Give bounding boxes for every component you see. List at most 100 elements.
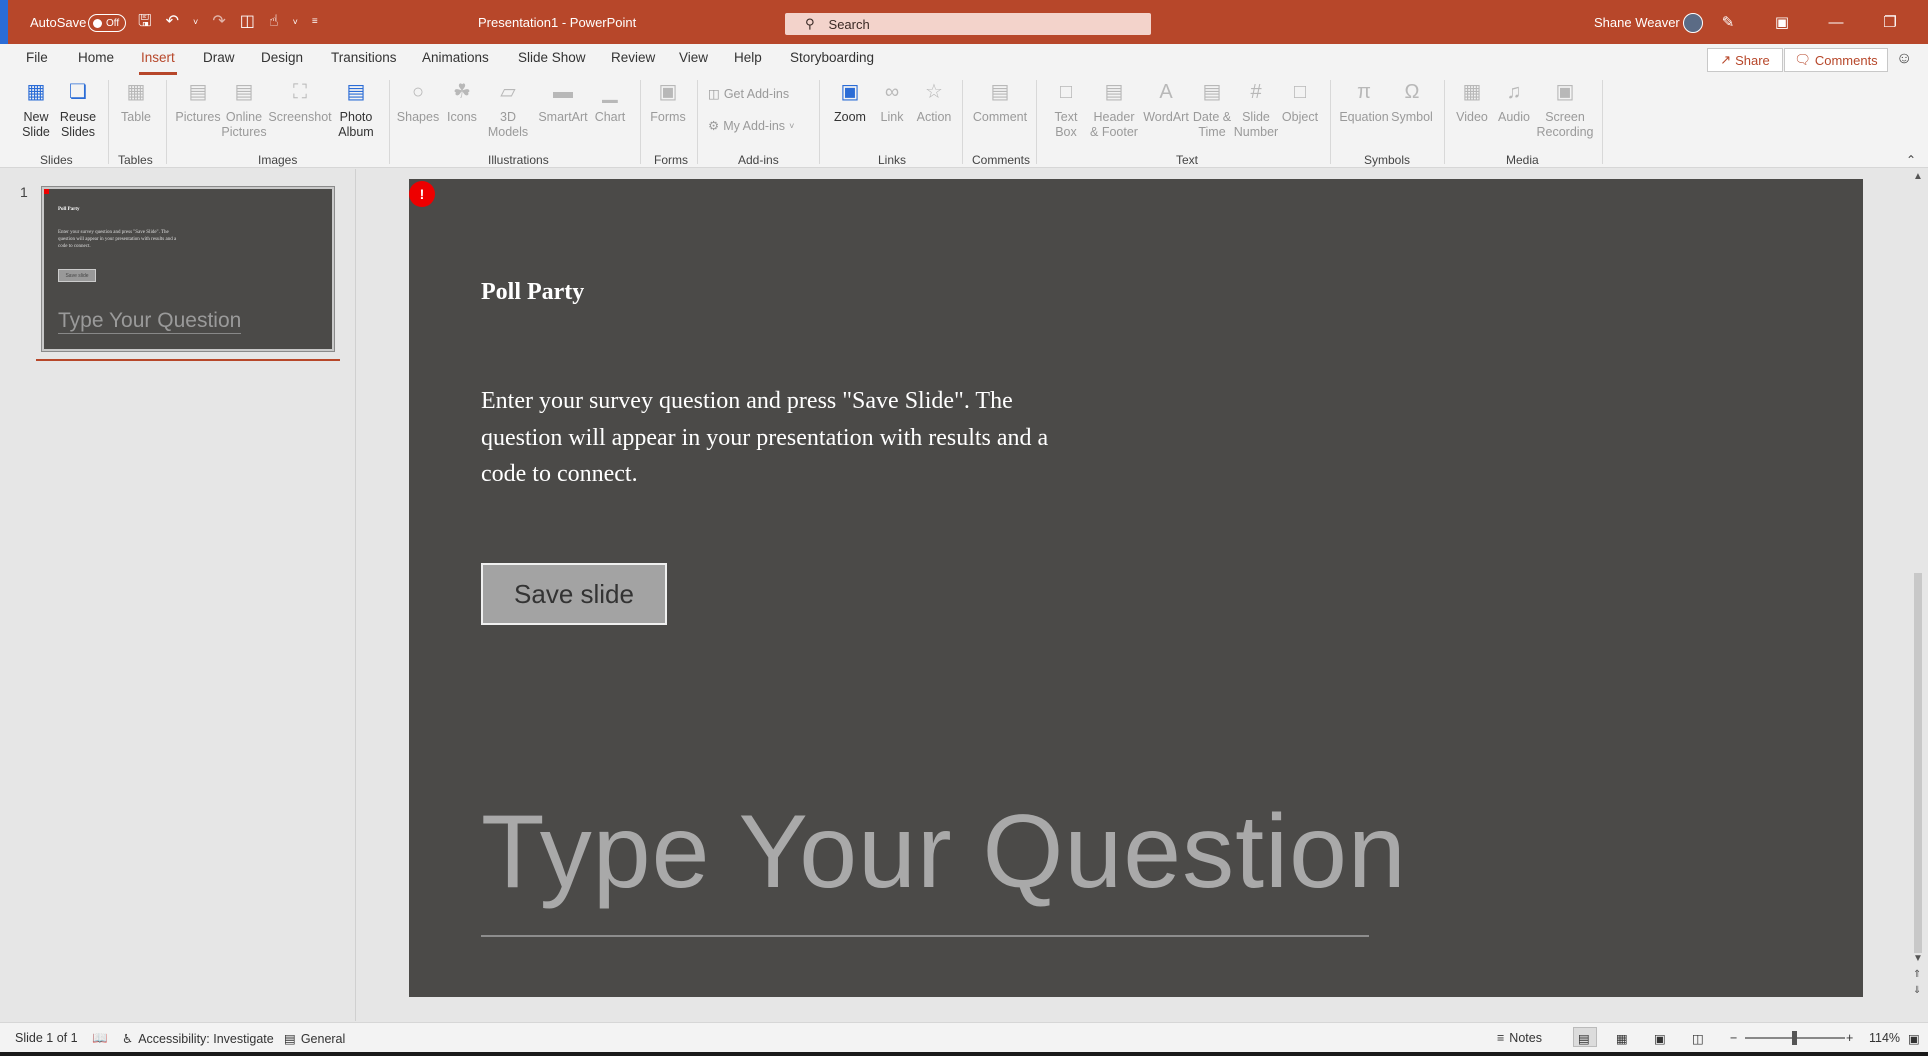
tab-slide-show[interactable]: Slide Show [516,50,588,65]
zoom-level[interactable]: 114% [1869,1031,1900,1045]
group-divider [389,80,390,164]
zoom-out-button[interactable]: − [1730,1031,1737,1045]
alert-icon[interactable]: ! [409,181,435,207]
tab-file[interactable]: File [24,50,50,65]
reading-view-icon[interactable]: ▣ [1654,1031,1666,1046]
feedback-smiley-icon[interactable]: ☺ [1896,50,1912,68]
tab-home[interactable]: Home [76,50,116,65]
comments-button[interactable]: 🗨 Comments [1784,48,1888,72]
tab-help[interactable]: Help [732,50,764,65]
toggle-knob [93,18,102,28]
screen-recording-button[interactable]: ▣ Screen Recording [1534,78,1596,140]
sensitivity-label[interactable]: ▤ General [284,1031,346,1047]
pictures-button[interactable]: ▤ Pictures [172,78,224,125]
title-bar: AutoSave Off 🖫 ↶ ˅ ↷ ◫ ☝ ˅ ≡ Presentatio… [0,0,1928,44]
slide-canvas[interactable]: ! Poll Party Enter your survey question … [409,179,1863,997]
normal-view-icon[interactable]: ▤ [1578,1031,1590,1046]
redo-icon[interactable]: ↷ [212,14,225,30]
icons-button[interactable]: ☘ Icons [436,78,488,125]
thumbnail-insertion-line [36,359,340,361]
3d-models-button[interactable]: ▱ 3D Models [482,78,534,140]
autosave-toggle[interactable]: Off [88,14,126,32]
zoom-icon: ▣ [840,80,860,103]
icons-icon: ☘ [453,80,471,103]
slide-sorter-icon[interactable]: ▦ [1616,1031,1628,1046]
wordart-label: WordArt [1143,110,1189,124]
scrollbar-thumb[interactable] [1914,573,1922,953]
next-slide-icon[interactable]: ⇓ [1913,985,1921,996]
table-button[interactable]: ▦ Table [110,78,162,125]
zoom-slider-knob[interactable] [1792,1031,1797,1045]
share-button[interactable]: ↗ Share [1707,48,1783,72]
symbol-button[interactable]: Ω Symbol [1386,78,1438,125]
slide-title[interactable]: Poll Party [481,279,584,306]
fit-to-window-icon[interactable]: ▣ [1908,1031,1920,1046]
scroll-up-icon[interactable]: ▲ [1913,171,1923,182]
slide-body-text[interactable]: Enter your survey question and press "Sa… [481,383,1061,493]
slideshow-view-icon[interactable]: ◫ [1692,1031,1704,1046]
screen-recording-icon: ▣ [1555,80,1575,103]
slide-editor: ! Poll Party Enter your survey question … [357,169,1909,1021]
window-controls: ✎ ▣ — ❐ ✕ [1718,0,1928,44]
customize-qat-icon[interactable]: ≡ [312,14,318,30]
photo-album-button[interactable]: ▤ Photo Album [330,78,382,140]
tab-animations[interactable]: Animations [420,50,491,65]
notes-button[interactable]: ≡ Notes [1497,1031,1542,1045]
reuse-slides-button[interactable]: ❏ Reuse Slides [52,78,104,140]
user-name[interactable]: Shane Weaver [1594,0,1680,44]
undo-dropdown-icon[interactable]: ˅ [193,14,198,30]
save-icon[interactable]: 🖫 [138,14,152,30]
tab-draw[interactable]: Draw [201,50,237,65]
touch-mode-icon[interactable]: ☝ [269,14,279,30]
online-pictures-button[interactable]: ▤ Online Pictures [218,78,270,140]
collapse-ribbon-icon[interactable]: ⌃ [1906,153,1916,167]
tab-storyboarding[interactable]: Storyboarding [788,50,876,65]
spelling-book-icon[interactable]: 📖 [92,1031,108,1046]
new-slide-icon: ▦ [26,80,46,103]
smartart-button[interactable]: ▬ SmartArt [537,78,589,125]
comment-button[interactable]: ▤ Comment [970,78,1030,125]
accessibility-status[interactable]: ♿ Accessibility: Investigate [122,1031,274,1047]
text-box-button[interactable]: □ Text Box [1040,78,1092,140]
3d-models-label: 3D Models [487,110,529,139]
get-addins-button[interactable]: ◫ Get Add-ins [708,86,789,102]
object-button[interactable]: □ Object [1274,78,1326,125]
notes-icon: ≡ [1497,1031,1505,1045]
question-placeholder[interactable]: Type Your Question [481,797,1406,907]
search-box[interactable]: ⚲ Search [785,13,1151,35]
forms-button[interactable]: ▣ Forms [642,78,694,125]
wordart-icon: A [1159,80,1173,103]
sensitivity-text: General [300,1031,346,1046]
restore-icon[interactable]: ❐ [1880,13,1900,31]
tab-review[interactable]: Review [609,50,657,65]
present-icon[interactable]: ◫ [240,14,255,30]
share-icon: ↗ [1720,52,1732,67]
tab-design[interactable]: Design [259,50,305,65]
previous-slide-icon[interactable]: ⇑ [1913,969,1921,980]
chart-icon: ▁ [602,80,618,103]
zoom-in-button[interactable]: + [1846,1031,1853,1045]
avatar[interactable] [1683,13,1703,33]
slide-thumbnail[interactable]: Poll Party Enter your survey question an… [41,186,335,352]
scroll-down-icon[interactable]: ▼ [1913,953,1923,964]
vertical-scrollbar[interactable]: ▲ ▼ ⇑ ⇓ [1909,169,1928,1021]
undo-icon[interactable]: ↶ [166,14,179,30]
pen-icon[interactable]: ✎ [1718,13,1738,31]
thumbnail-question: Type Your Question [58,309,242,334]
minimize-icon[interactable]: — [1826,14,1846,31]
quick-access-toolbar: 🖫 ↶ ˅ ↷ ◫ ☝ ˅ ≡ [138,0,318,44]
header-footer-button[interactable]: ▤ Header & Footer [1086,78,1142,140]
equation-button[interactable]: π Equation [1336,78,1392,125]
audio-button[interactable]: ♫ Audio [1488,78,1540,125]
pi-icon: π [1357,80,1371,103]
action-button[interactable]: ☆ Action [908,78,960,125]
ribbon-display-icon[interactable]: ▣ [1772,13,1792,31]
my-addins-button[interactable]: ⚙ My Add-ins ˅ [708,118,794,134]
touch-dropdown-icon[interactable]: ˅ [293,14,298,30]
tab-transitions[interactable]: Transitions [329,50,399,65]
tab-view[interactable]: View [677,50,710,65]
screenshot-button[interactable]: ⛶ Screenshot [268,78,331,125]
save-slide-button[interactable]: Save slide [481,563,667,625]
tab-insert[interactable]: Insert [139,50,177,75]
chart-button[interactable]: ▁ Chart [584,78,636,125]
